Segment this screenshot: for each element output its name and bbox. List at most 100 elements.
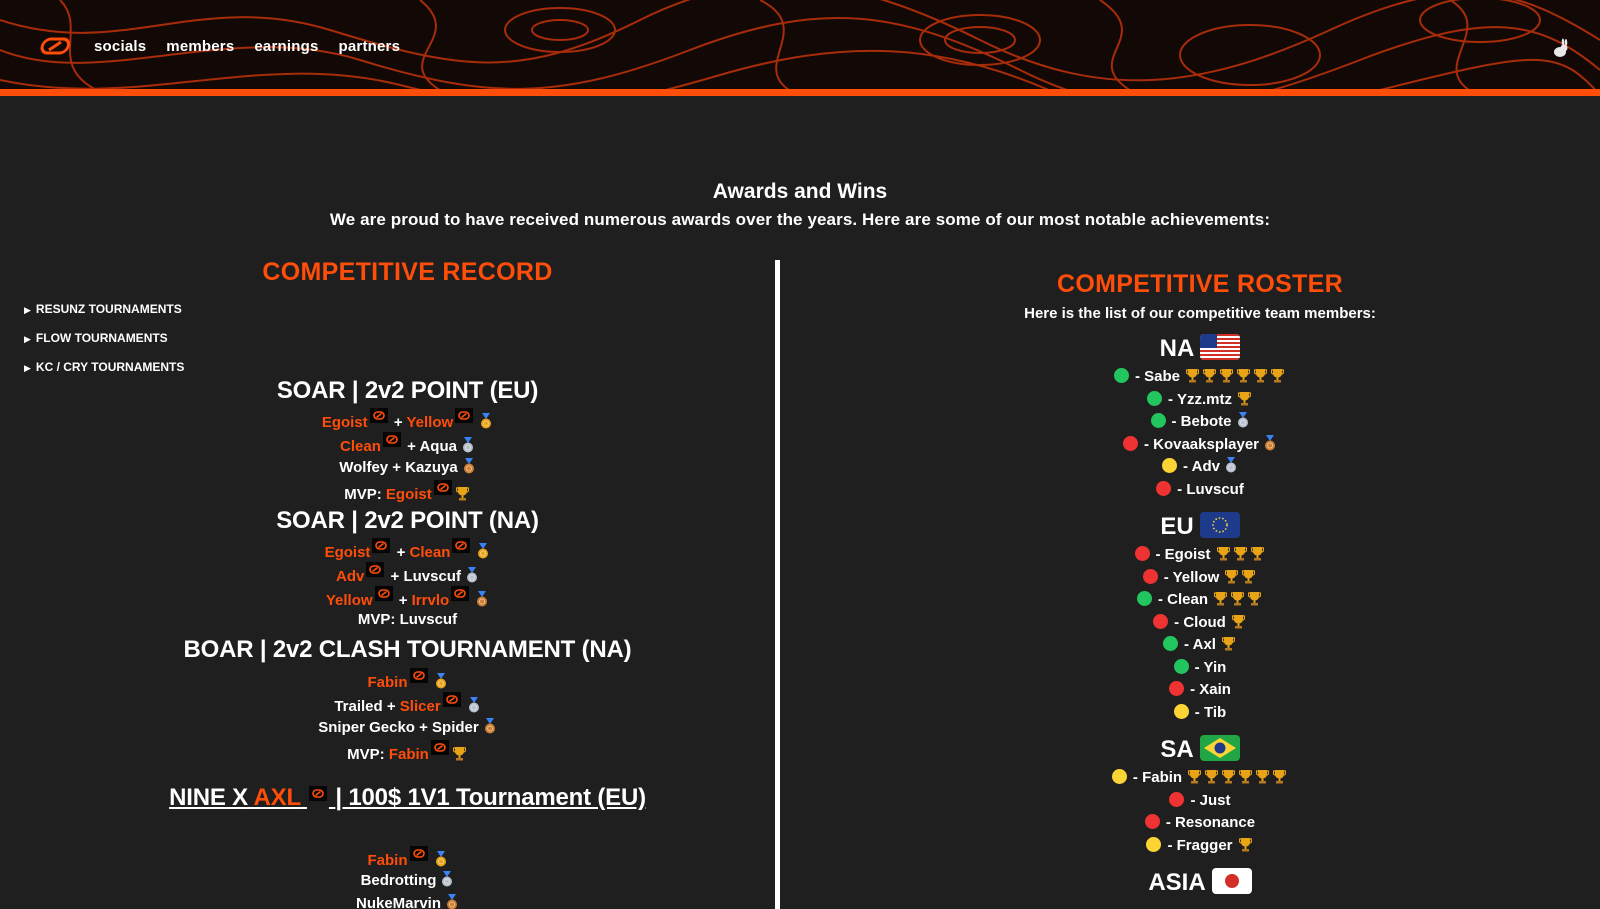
roster-member: - Egoist [790,544,1600,567]
trophy-icon [1233,546,1247,561]
roster-member: - Axl [790,634,1600,657]
region-name: SA [1160,736,1194,763]
region-asia: ASIA [790,866,1600,900]
status-dot-icon [1142,568,1158,584]
team-tag-icon [442,692,461,707]
trophy-icon [1242,569,1256,584]
trophy-icon [452,745,466,761]
trophy-icon [1247,591,1262,606]
trophy-icon [1185,368,1200,383]
site-header: socials members earnings partners [0,0,1600,96]
member-name: - Xain [1190,681,1231,698]
dropdown-resunz[interactable]: ▶ RESUNZ TOURNAMENTS [24,302,182,316]
competitive-record: COMPETITIVE RECORD ▶ RESUNZ TOURNAMENTS ▶… [0,258,775,909]
roster-list: NA - Sabe - Yzz.mtz - Bebote - Kovaaksplayer… [790,332,1600,900]
silver-medal-icon [467,697,481,713]
flag-asia-icon [1211,868,1252,894]
roster-subtitle: Here is the list of our competitive team… [1024,305,1376,322]
status-dot-icon [1113,368,1129,383]
silver-medal-icon [440,871,454,887]
status-dot-icon [1144,814,1160,829]
roster-member: - Yellow [790,567,1600,590]
member-name: - Yin [1194,658,1227,676]
main-nav: socials members earnings partners [40,36,420,56]
trophy-icon [1253,368,1268,383]
trophy-icon [1202,368,1217,383]
roster-member: - Xain [790,679,1600,702]
team-tag-icon [452,538,471,553]
status-dot-icon [1136,591,1152,606]
team-tag-icon [433,480,452,495]
trophy-icon [1221,769,1236,784]
member-name: - Luvscuf [1177,480,1244,498]
result-row: NukeMarvin [0,892,815,909]
bronze-medal-icon [483,718,497,734]
member-name: - Tib [1194,703,1227,721]
dropdown-kc-cry[interactable]: ▶ KC / CRY TOURNAMENTS [24,360,184,374]
event-boar-na: BOAR | 2v2 CLASH TOURNAMENT (NA) Fabin T… [0,632,815,764]
member-name: - Clean [1157,591,1208,608]
roster-member: - Resonance [790,812,1600,835]
region-name: EU [1160,513,1194,540]
team-tag-icon [366,562,385,577]
nav-socials[interactable]: socials [94,38,146,55]
team-tag-icon [374,586,393,601]
status-dot-icon [1153,613,1169,629]
status-dot-icon [1122,435,1138,451]
nav-partners[interactable]: partners [339,38,401,55]
bunny-theme-icon[interactable] [1548,38,1570,60]
result-row: Egoist + Yellow [0,408,815,432]
status-dot-icon [1156,480,1172,496]
status-dot-icon [1150,413,1166,428]
event-title: BOAR | 2v2 CLASH TOURNAMENT (NA) [183,636,632,663]
record-heading: COMPETITIVE RECORD [262,258,553,286]
result-row: Yellow + Irrvlo [0,586,815,610]
team-tag-icon [382,432,401,447]
dropdown-flow[interactable]: ▶ FLOW TOURNAMENTS [24,331,168,345]
trophy-icon [1187,769,1202,784]
member-name: - Adv [1183,458,1220,475]
team-tag-icon [451,586,470,601]
member-name: - Just [1190,791,1231,809]
silver-medal-icon [1224,457,1238,473]
region-heading: ASIA [790,866,1600,900]
bronze-medal-icon [475,591,489,607]
nav-members[interactable]: members [166,38,234,55]
result-row: Fabin [0,668,815,692]
awards-title: Awards and Wins [712,180,888,203]
status-dot-icon [1146,836,1162,852]
trophy-icon [1250,546,1264,561]
gold-medal-icon [476,543,490,559]
nav-earnings[interactable]: earnings [254,38,318,55]
event-soar-na: SOAR | 2v2 POINT (NA) Egoist + Clean Adv… [0,504,815,630]
member-name: - Resonance [1165,814,1256,831]
trophy-icon [1237,391,1252,406]
region-sa: SA - Fabin - Just - Resonance - Fragger [790,733,1600,857]
team-tag-icon [409,668,428,683]
region-name: ASIA [1148,869,1206,896]
team-tag-icon [409,846,428,861]
roster-member: - Fragger [790,835,1600,858]
bronze-medal-icon [1263,434,1277,451]
roster-member: - Clean [790,589,1600,612]
mvp-row: MVP: Egoist [0,480,815,504]
trophy-icon [1204,769,1219,784]
member-name: - Kovaaksplayer [1143,435,1260,453]
roster-member: - Yin [790,657,1600,680]
event-title-link[interactable]: NINE X AXL | 100$ 1V1 Tournament (EU) [0,776,815,826]
trophy-icon [1255,769,1270,784]
region-na: NA - Sabe - Yzz.mtz - Bebote - Kovaaksplayer… [790,332,1600,501]
member-name: - Bebote [1171,413,1232,430]
trophy-icon [1238,769,1253,784]
event-nine-x-axl: NINE X AXL | 100$ 1V1 Tournament (EU) Fa… [0,776,815,909]
disclosure-arrow-icon: ▶ [24,334,31,344]
event-title: SOAR | 2v2 POINT (EU) [276,377,539,404]
region-heading: EU [790,510,1600,544]
member-name: - Sabe [1134,368,1180,385]
silver-medal-icon [465,567,479,583]
member-name: - Yzz.mtz [1168,390,1232,408]
awards-subtitle: We are proud to have received numerous a… [329,210,1271,229]
team-logo-icon[interactable] [40,36,70,56]
status-dot-icon [1111,769,1127,784]
member-name: - Cloud [1174,613,1226,631]
